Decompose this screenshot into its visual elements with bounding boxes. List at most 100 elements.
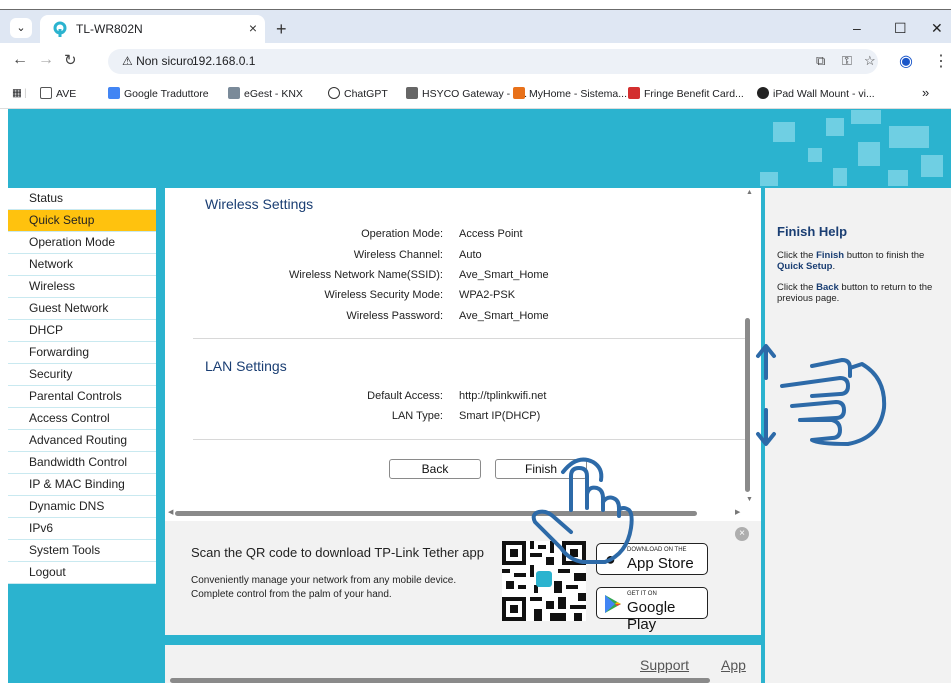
decorative-block [858, 142, 880, 166]
decorative-block [921, 155, 943, 177]
app-store-button[interactable]: ● DOWNLOAD ON THE App Store [596, 543, 708, 575]
back-arrow-icon[interactable]: ← [12, 51, 28, 69]
new-tab-button[interactable]: + [276, 19, 287, 40]
sidebar-item-parental-controls[interactable]: Parental Controls [8, 386, 156, 408]
scroll-right-arrow-icon[interactable]: ▶ [735, 508, 740, 516]
sidebar-item-guest-network[interactable]: Guest Network [8, 298, 156, 320]
scroll-left-arrow-icon[interactable]: ◀ [168, 508, 173, 516]
help-highlight: Quick Setup [777, 261, 833, 272]
close-icon[interactable]: × [735, 527, 749, 541]
app-promo-desc-2: Complete control from the palm of your h… [191, 589, 392, 600]
help-text: . [832, 261, 836, 272]
bookmark-chatgpt[interactable]: ChatGPT [328, 87, 388, 100]
google-play-small-text: GET IT ON [627, 591, 657, 597]
google-play-button[interactable]: GET IT ON Google Play [596, 587, 708, 633]
sidebar-item-forwarding[interactable]: Forwarding [8, 342, 156, 364]
profile-icon[interactable]: ◉ [899, 51, 913, 71]
tab-close-icon[interactable]: × [249, 20, 257, 36]
decorative-block [826, 118, 844, 136]
quick-setup-content: Wireless Settings Operation Mode: Access … [165, 188, 761, 521]
help-text: button to finish the [844, 250, 925, 261]
bookmark-ipad-wall-mount[interactable]: iPad Wall Mount - vi... [757, 87, 875, 100]
app-store-label: App Store [627, 555, 694, 572]
address-bar[interactable]: ⚠ Non sicuro 192.168.0.1 ⧉ ⚿ ☆ [108, 49, 878, 74]
sidebar-item-system-tools[interactable]: System Tools [8, 540, 156, 562]
help-text: Click the [777, 250, 817, 261]
ipad-mount-icon [757, 87, 769, 99]
sidebar-item-security[interactable]: Security [8, 364, 156, 386]
footer-scrollbar[interactable] [170, 678, 710, 683]
folder-icon [40, 87, 52, 99]
finish-button[interactable]: Finish [495, 459, 587, 479]
section-divider [193, 439, 748, 440]
vertical-scrollbar-thumb[interactable] [745, 318, 750, 492]
reload-icon[interactable]: ↻ [64, 51, 77, 69]
sidebar-item-quick-setup[interactable]: Quick Setup [8, 210, 156, 232]
row-label: Wireless Channel: [353, 249, 443, 261]
app-promo-title: Scan the QR code to download TP-Link Tet… [191, 545, 484, 560]
minimize-button[interactable]: – [853, 20, 861, 36]
tab-search-button[interactable]: ⌄ [10, 18, 32, 38]
sidebar-item-dynamic-dns[interactable]: Dynamic DNS [8, 496, 156, 518]
row-value: http://tplinkwifi.net [459, 390, 547, 402]
close-window-button[interactable]: ✕ [931, 20, 943, 37]
row-value: Ave_Smart_Home [459, 269, 549, 281]
tab-tl-wr802n[interactable]: TL-WR802N × [40, 15, 265, 44]
security-chip[interactable]: ⚠ Non sicuro [116, 52, 199, 71]
sidebar-item-operation-mode[interactable]: Operation Mode [8, 232, 156, 254]
sidebar-item-dhcp[interactable]: DHCP [8, 320, 156, 342]
translate-page-icon[interactable]: ⧉ [816, 53, 825, 69]
scroll-up-arrow-icon[interactable]: ▲ [746, 189, 753, 196]
support-link[interactable]: Support [640, 657, 689, 673]
row-label: Wireless Password: [346, 310, 443, 322]
bookmark-ave[interactable]: AVE [40, 87, 76, 100]
decorative-block [808, 148, 822, 162]
browser-toolbar: ← → ↻ ⚠ Non sicuro 192.168.0.1 ⧉ ⚿ ☆ ◉ ⋮ [0, 43, 951, 79]
tplink-logo-icon [53, 21, 67, 37]
sidebar-item-bandwidth-control[interactable]: Bandwidth Control [8, 452, 156, 474]
page-left-edge [0, 109, 8, 683]
sidebar-item-ipv6[interactable]: IPv6 [8, 518, 156, 540]
tab-title: TL-WR802N [76, 22, 143, 36]
bookmark-label: Fringe Benefit Card... [644, 88, 744, 100]
row-value: Smart IP(DHCP) [459, 410, 541, 422]
bookmark-label: Google Traduttore [124, 88, 209, 100]
help-highlight: Finish [816, 250, 845, 261]
maximize-button[interactable]: ☐ [894, 20, 907, 37]
google-play-icon [605, 595, 621, 613]
bookmarks-more-icon[interactable]: » [922, 85, 929, 100]
apps-grid-icon[interactable]: ▦ [12, 87, 22, 99]
row-value: Ave_Smart_Home [459, 310, 549, 322]
app-link[interactable]: App [721, 657, 746, 673]
bookmark-google-traduttore[interactable]: Google Traduttore [108, 87, 209, 100]
sidebar-item-access-control[interactable]: Access Control [8, 408, 156, 430]
bookmark-label: eGest - KNX [244, 88, 303, 100]
lan-settings-title: LAN Settings [205, 358, 287, 374]
row-label: Default Access: [367, 390, 443, 402]
sidebar-item-advanced-routing[interactable]: Advanced Routing [8, 430, 156, 452]
sidebar-item-logout[interactable]: Logout [8, 562, 156, 584]
bookmark-myhome[interactable]: MyHome - Sistema... [513, 87, 627, 100]
sidebar-item-wireless[interactable]: Wireless [8, 276, 156, 298]
row-label: LAN Type: [391, 410, 443, 422]
bookmark-hsyco[interactable]: HSYCO Gateway - s... [406, 87, 527, 100]
sidebar-item-network[interactable]: Network [8, 254, 156, 276]
back-button[interactable]: Back [389, 459, 481, 479]
apple-icon: ● [605, 549, 616, 569]
bookmark-egest-knx[interactable]: eGest - KNX [228, 87, 303, 100]
password-key-icon[interactable]: ⚿ [842, 53, 852, 69]
bookmark-fringe[interactable]: Fringe Benefit Card... [628, 87, 744, 100]
sidebar-item-ip-mac-binding[interactable]: IP & MAC Binding [8, 474, 156, 496]
help-highlight: Back [816, 282, 839, 293]
wireless-settings-title: Wireless Settings [205, 196, 314, 212]
qr-code-icon [502, 541, 586, 621]
scroll-down-arrow-icon[interactable]: ▼ [746, 496, 753, 503]
horizontal-scrollbar-thumb[interactable] [175, 511, 697, 516]
forward-arrow-icon[interactable]: → [38, 51, 54, 69]
menu-kebab-icon[interactable]: ⋮ [933, 51, 949, 71]
sidebar-item-status[interactable]: Status [8, 188, 156, 210]
url-text[interactable]: 192.168.0.1 [192, 54, 255, 68]
bookmark-star-icon[interactable]: ☆ [864, 53, 876, 69]
section-divider [193, 338, 748, 339]
bookmark-label: MyHome - Sistema... [529, 88, 628, 100]
